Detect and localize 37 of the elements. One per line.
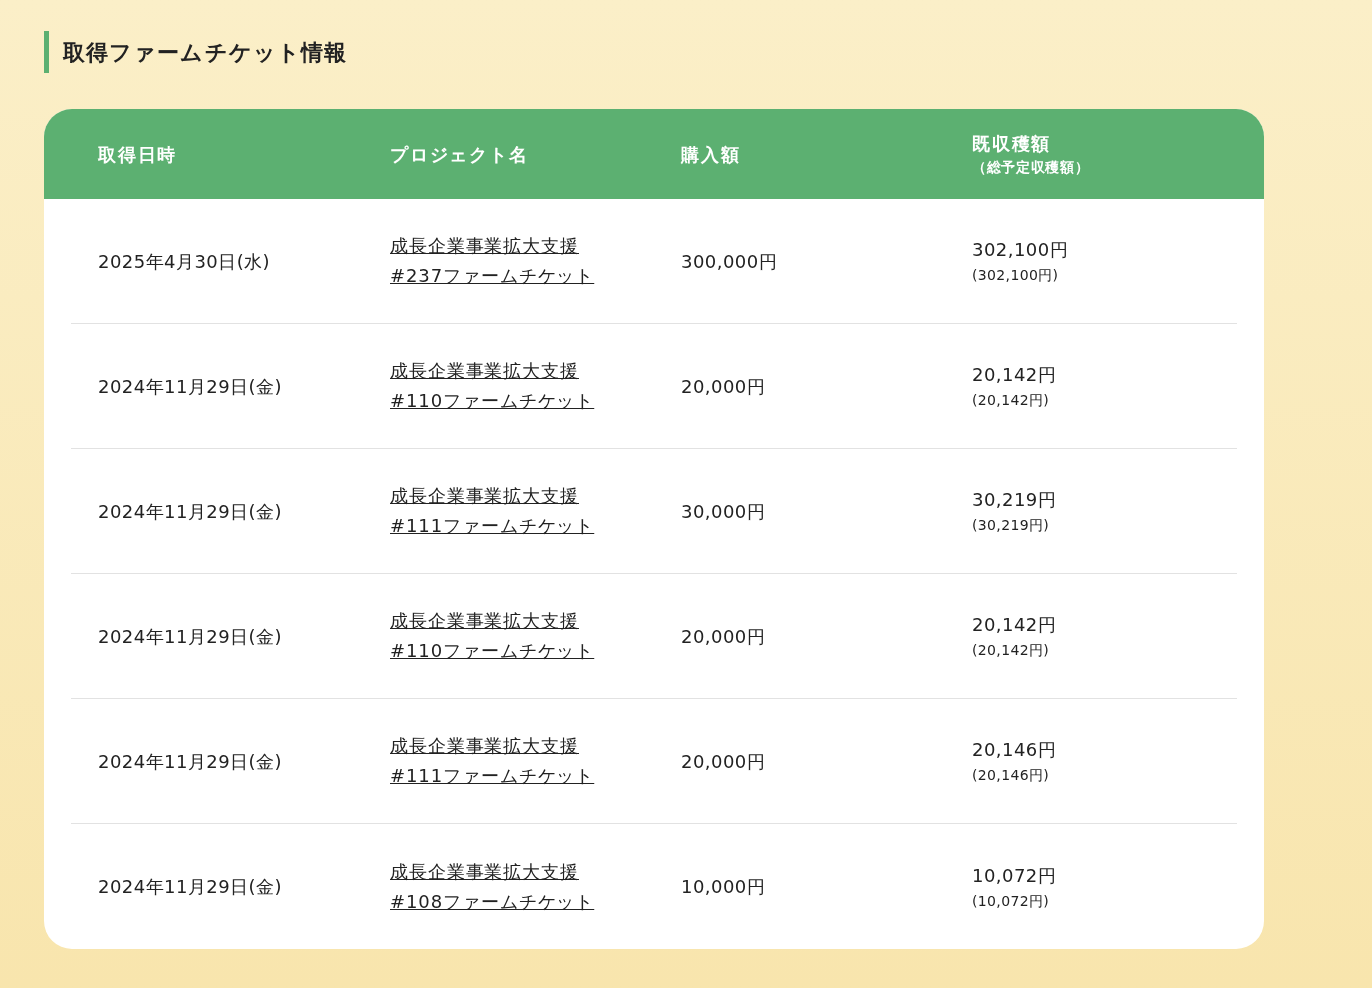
harvested-amount: 20,142円 [972, 613, 1058, 637]
section-title: 取得ファームチケット情報 [63, 38, 348, 67]
planned-amount: (10,072円) [972, 891, 1051, 911]
project-link[interactable]: 成長企業事業拡大支援 #110ファームチケット [390, 356, 595, 416]
project-link[interactable]: 成長企業事業拡大支援 #108ファームチケット [390, 856, 595, 917]
harvested-amount: 302,100円 [972, 238, 1070, 262]
amount-cell-text: 20,000円 [681, 374, 767, 399]
amount-cell-text: 30,000円 [681, 499, 767, 524]
planned-amount: (302,100円) [972, 266, 1060, 285]
project-link[interactable]: 成長企業事業拡大支援 #111ファームチケット [390, 481, 595, 541]
harvested-amount: 20,146円 [972, 738, 1058, 762]
planned-amount: (20,142円) [972, 391, 1051, 410]
harvested-amount: 10,072円 [972, 863, 1058, 888]
planned-amount: (20,142円) [972, 641, 1051, 660]
date-cell-text: 2024年11月29日(金) [98, 624, 283, 649]
date-cell-text: 2025年4月30日(水) [98, 249, 272, 274]
column-header: 既収穫額 [972, 132, 1053, 156]
project-link[interactable]: 成長企業事業拡大支援 #237ファームチケット [390, 231, 595, 291]
project-link[interactable]: 成長企業事業拡大支援 #110ファームチケット [390, 606, 595, 666]
date-cell-text: 2024年11月29日(金) [98, 499, 283, 524]
date-cell-text: 2024年11月29日(金) [98, 374, 283, 399]
harvested-amount: 20,142円 [972, 363, 1058, 387]
column-header: プロジェクト名 [390, 142, 530, 167]
date-cell-text: 2024年11月29日(金) [98, 875, 283, 899]
harvested-amount: 30,219円 [972, 488, 1058, 512]
project-link[interactable]: 成長企業事業拡大支援 #111ファームチケット [390, 731, 595, 791]
amount-cell-text: 10,000円 [681, 875, 767, 899]
planned-amount: (30,219円) [972, 516, 1051, 535]
column-subheader: （総予定収穫額） [972, 158, 1091, 177]
column-header: 取得日時 [98, 142, 179, 167]
amount-cell-text: 20,000円 [681, 749, 767, 774]
date-cell-text: 2024年11月29日(金) [98, 749, 283, 774]
title-accent-bar [44, 31, 49, 73]
column-header: 購入額 [681, 142, 742, 167]
planned-amount: (20,146円) [972, 766, 1051, 785]
amount-cell-text: 20,000円 [681, 624, 767, 649]
amount-cell-text: 300,000円 [681, 249, 779, 274]
